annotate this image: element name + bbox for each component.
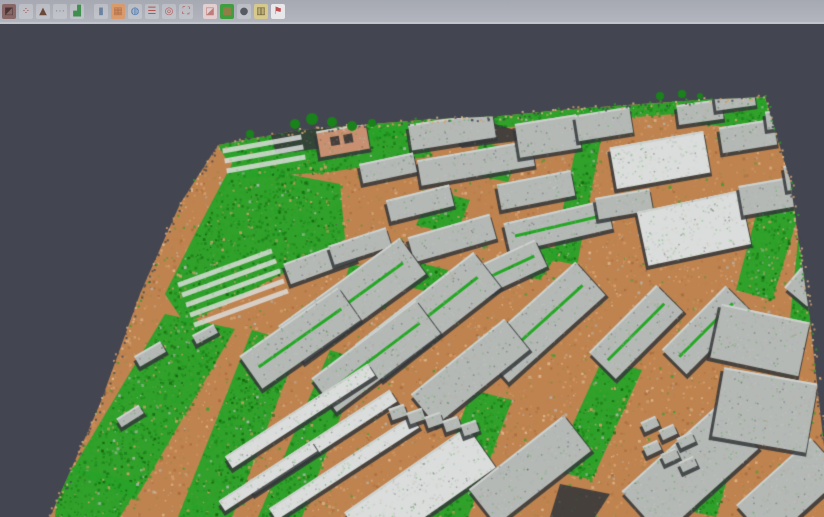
ortho-image-icon[interactable]: ▦ xyxy=(111,4,125,19)
open-project-icon[interactable]: ◩ xyxy=(2,4,16,19)
flag-icon[interactable]: ⚑ xyxy=(271,4,285,19)
layer-list-icon[interactable]: ☰ xyxy=(145,4,159,19)
main-toolbar: ◩⁘▲⋯▟ ▮▦◍☰◎⛶ ◪▩●▥⚑ xyxy=(0,0,824,22)
registration-points-icon[interactable]: ⁘ xyxy=(19,4,33,19)
globe-icon[interactable]: ◍ xyxy=(128,4,142,19)
zoom-extents-icon[interactable]: ⛶ xyxy=(179,4,193,19)
profile-icon[interactable]: ▮ xyxy=(94,4,108,19)
application-window: ◩⁘▲⋯▟ ▮▦◍☰◎⛶ ◪▩●▥⚑ xyxy=(0,0,824,517)
dem-hill-icon[interactable]: ▟ xyxy=(70,4,84,19)
viewport-3d xyxy=(0,24,824,517)
measure-grid-icon[interactable]: ▥ xyxy=(254,4,268,19)
terrain-icon[interactable]: ▲ xyxy=(36,4,50,19)
settings-ring-icon[interactable]: ◎ xyxy=(162,4,176,19)
classification-raster-icon[interactable]: ▩ xyxy=(220,4,234,19)
clip-box-icon[interactable]: ◪ xyxy=(203,4,217,19)
point-cloud-3d-canvas[interactable] xyxy=(0,24,824,517)
render-sphere-icon[interactable]: ● xyxy=(237,4,251,19)
sparse-points-icon[interactable]: ⋯ xyxy=(53,4,67,19)
